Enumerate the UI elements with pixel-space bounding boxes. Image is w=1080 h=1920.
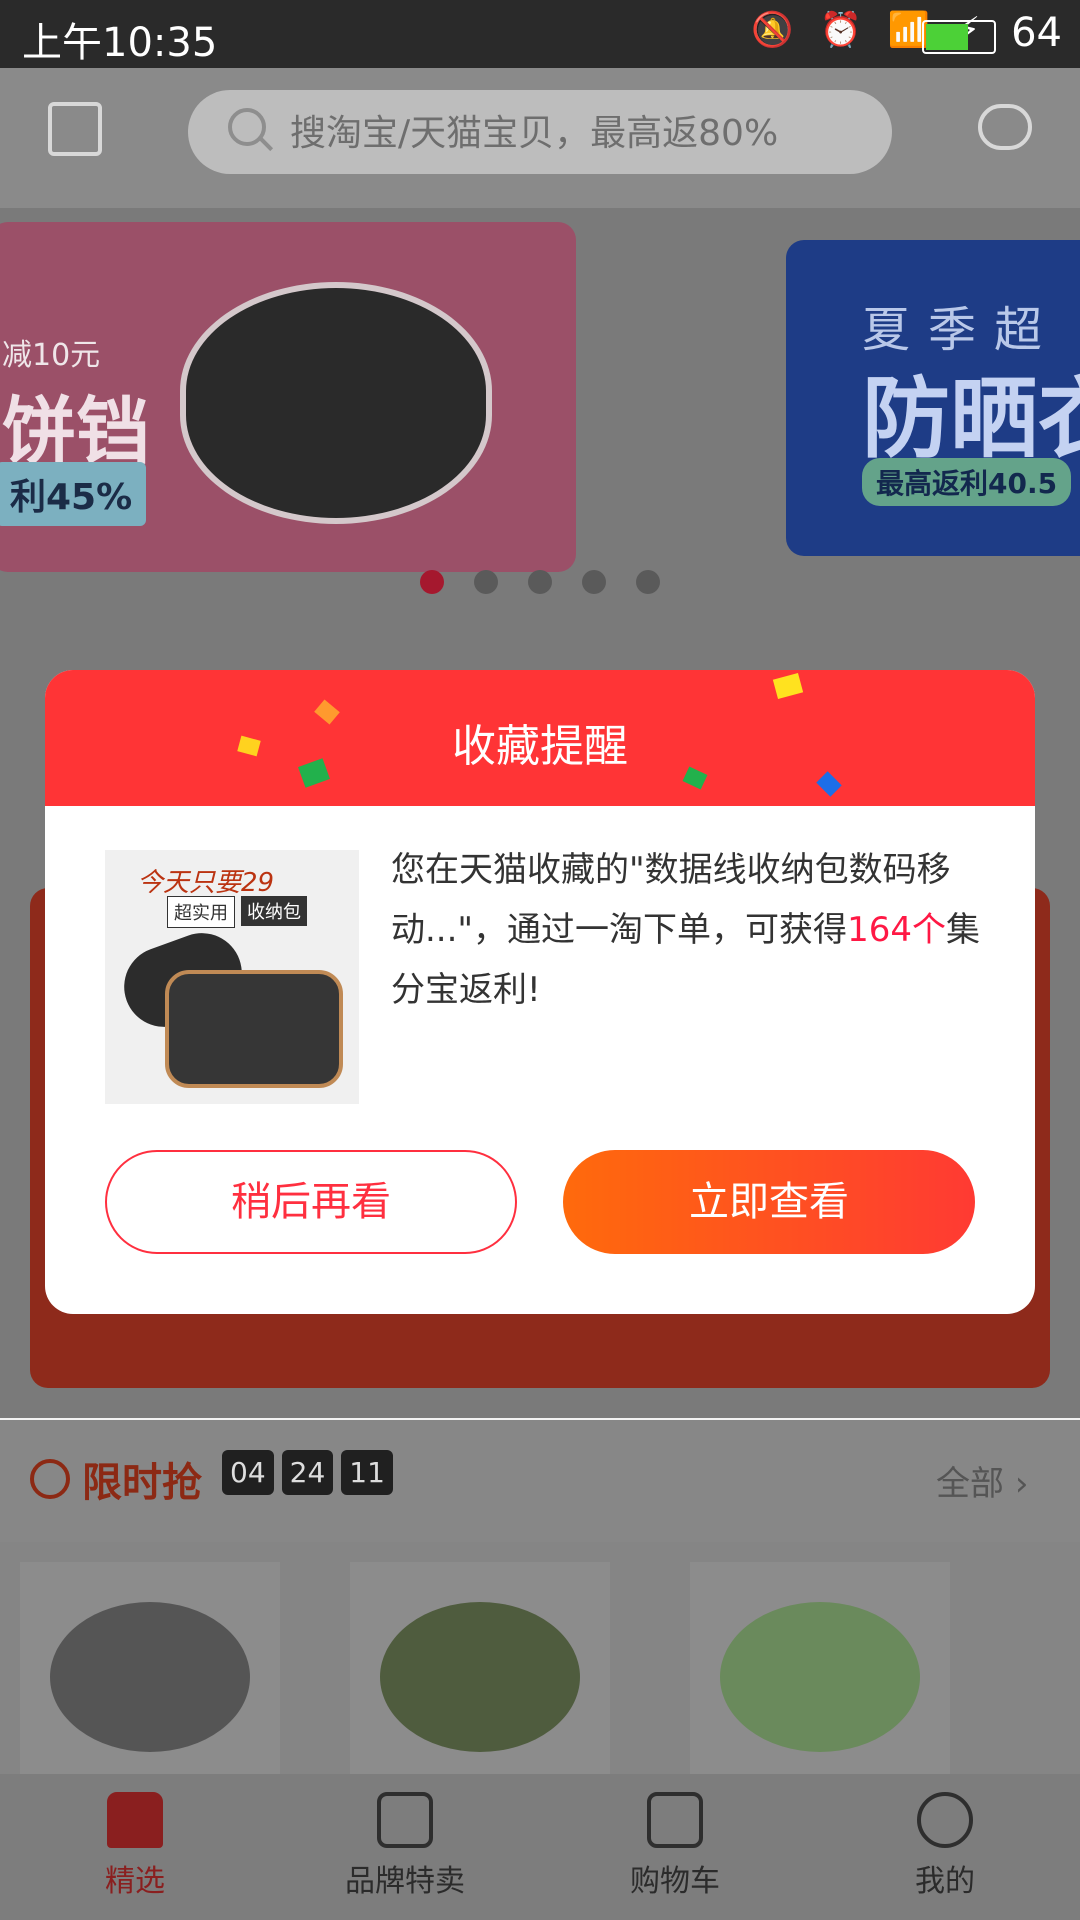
top-header <box>0 68 1080 208</box>
see-all-link[interactable]: 全部 › <box>936 1456 1028 1505</box>
user-icon <box>917 1792 973 1848</box>
alarm-icon: ⏰ <box>819 10 862 50</box>
lightning-icon <box>30 1459 70 1499</box>
carousel-dot[interactable] <box>420 570 444 594</box>
view-later-button[interactable]: 稍后再看 <box>105 1150 517 1254</box>
lotus-powder-image <box>720 1602 920 1752</box>
banner-left-line3: 利45% <box>0 462 147 526</box>
confetti-icon <box>816 771 842 797</box>
carousel-dots <box>420 570 660 594</box>
thumb-tag-b: 收纳包 <box>241 896 307 926</box>
tab-label: 品牌特卖 <box>345 1864 465 1899</box>
confetti-icon <box>772 672 804 700</box>
dialog-title: 收藏提醒 <box>452 721 628 772</box>
view-now-button[interactable]: 立即查看 <box>563 1150 975 1254</box>
dialog-header: 收藏提醒 <box>45 670 1035 806</box>
banner-left[interactable]: 减10元 饼铛 利45% <box>0 222 576 572</box>
tab-user[interactable]: 我的 <box>810 1774 1080 1920</box>
banner-right-line3: 最高返利40.5 <box>862 458 1072 506</box>
search-icon <box>228 108 266 146</box>
battery-icon <box>922 20 996 54</box>
flash-sale-label: 限时抢 <box>82 1460 202 1506</box>
seaweed-image <box>380 1602 580 1752</box>
dialog-message: 您在天猫收藏的"数据线收纳包数码移动..."，通过一淘下单，可获得164个集分宝… <box>391 840 991 1020</box>
favorite-reminder-dialog: 收藏提醒 今天只要29 超实用 收纳包 您在天猫收藏的"数据线收纳包数码移动..… <box>45 670 1035 1314</box>
product-card[interactable] <box>350 1562 610 1774</box>
banner-right-line2: 防晒衣 <box>862 367 1080 470</box>
product-card[interactable] <box>690 1562 950 1774</box>
cart-icon <box>647 1792 703 1848</box>
battery-percent: 64 <box>1011 10 1062 56</box>
flash-sale-title: 限时抢 <box>30 1450 202 1508</box>
status-bar: 上午10:35 🔕 ⏰ 📶 ⚡ 64 <box>0 0 1080 68</box>
thumb-price-tag: 今天只要29 <box>137 868 275 898</box>
carousel-dot[interactable] <box>528 570 552 594</box>
status-time: 上午10:35 <box>22 20 218 66</box>
mute-icon: 🔕 <box>751 10 794 50</box>
see-all-label: 全部 <box>936 1464 1004 1504</box>
tab-label: 我的 <box>915 1864 975 1899</box>
product-card[interactable] <box>20 1562 280 1774</box>
timer-minutes: 24 <box>281 1450 334 1495</box>
countdown-timer: 04 24 11 <box>222 1450 393 1495</box>
banner-carousel: 减10元 饼铛 利45% 夏季超 防晒衣 最高返利40.5 <box>0 208 1080 608</box>
search-input[interactable] <box>288 102 872 164</box>
home-icon <box>107 1792 163 1848</box>
message-highlight: 164个 <box>847 910 946 950</box>
tab-cart[interactable]: 购物车 <box>540 1774 810 1920</box>
carousel-dot[interactable] <box>474 570 498 594</box>
battery-fill <box>926 24 969 50</box>
pan-image <box>180 282 492 524</box>
timer-seconds: 11 <box>341 1450 393 1495</box>
carousel-dot[interactable] <box>582 570 606 594</box>
flash-sale-bar: 限时抢 04 24 11 全部 › <box>0 1420 1080 1542</box>
chevron-right-icon: › <box>1014 1464 1029 1504</box>
tab-home[interactable]: 精选 <box>0 1774 270 1920</box>
scan-icon[interactable] <box>48 102 102 156</box>
product-thumbnail[interactable]: 今天只要29 超实用 收纳包 <box>105 850 359 1104</box>
tag-icon <box>377 1792 433 1848</box>
tab-tag[interactable]: 品牌特卖 <box>270 1774 540 1920</box>
banner-left-line1: 减10元 <box>2 338 101 373</box>
carousel-dot[interactable] <box>636 570 660 594</box>
bottom-tab-bar: 精选 品牌特卖 购物车 我的 <box>0 1774 1080 1920</box>
message-icon[interactable] <box>978 104 1032 150</box>
timer-hours: 04 <box>222 1450 274 1495</box>
search-bar[interactable] <box>188 90 892 174</box>
banner-right[interactable]: 夏季超 防晒衣 最高返利40.5 <box>786 240 1080 556</box>
tab-label: 精选 <box>105 1864 165 1899</box>
bag-image <box>165 970 343 1088</box>
jump-rope-image <box>50 1602 250 1752</box>
tab-label: 购物车 <box>630 1864 720 1899</box>
flash-sale-goods <box>0 1542 1080 1774</box>
thumb-tag-a: 超实用 <box>167 896 235 928</box>
